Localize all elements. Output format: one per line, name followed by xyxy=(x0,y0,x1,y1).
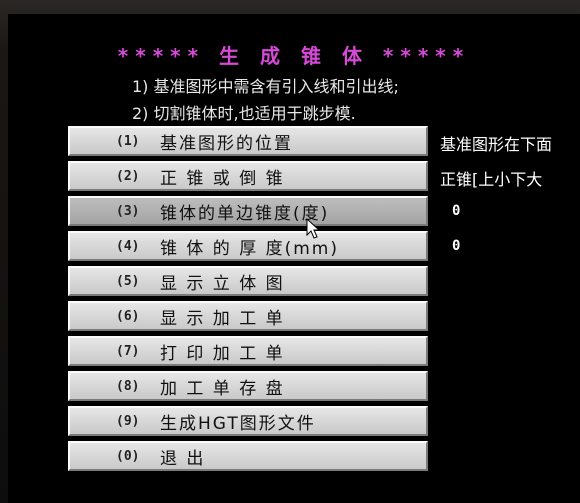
menu-item-key: (3) xyxy=(116,203,140,219)
menu-item-print-sheet[interactable]: (7) 打 印 加 工 单 xyxy=(68,336,428,366)
menu-item-key: (1) xyxy=(116,133,140,149)
menu-item-label: 基准图形的位置 xyxy=(160,133,293,154)
menu-item-cone-type[interactable]: (2) 正 锥 或 倒 锥 xyxy=(68,161,428,191)
menu-item-label: 生成HGT图形文件 xyxy=(160,413,316,434)
menu-item-key: (4) xyxy=(116,238,140,254)
cone-type-value: 正锥[上小下大 xyxy=(440,170,543,189)
menu-item-label: 退 出 xyxy=(160,448,206,469)
thickness-value: 0 xyxy=(452,238,461,254)
mouse-pointer-icon xyxy=(306,218,320,239)
screen: ***** 生 成 锥 体 ***** 1) 基准图形中需含有引入线和引出线; … xyxy=(8,14,580,503)
note-1: 1) 基准图形中需含有引入线和引出线; xyxy=(132,77,399,96)
menu-item-show-sheet[interactable]: (6) 显 示 加 工 单 xyxy=(68,301,428,331)
menu-item-key: (8) xyxy=(116,378,140,394)
menu-item-generate-hgt[interactable]: (9) 生成HGT图形文件 xyxy=(68,406,428,436)
menu-item-key: (9) xyxy=(116,413,140,429)
menu-item-show-3d[interactable]: (5) 显 示 立 体 图 xyxy=(68,266,428,296)
menu-item-key: (7) xyxy=(116,343,140,359)
menu-item-label: 显 示 立 体 图 xyxy=(160,273,285,294)
menu-item-base-position[interactable]: (1) 基准图形的位置 xyxy=(68,126,428,156)
menu-item-label: 显 示 加 工 单 xyxy=(160,308,285,329)
taper-value: 0 xyxy=(452,203,461,219)
menu-item-key: (6) xyxy=(116,308,140,324)
menu-item-key: (0) xyxy=(116,448,140,464)
function-menu: (1) 基准图形的位置 (2) 正 锥 或 倒 锥 (3) 锥体的单边锥度(度)… xyxy=(68,126,428,476)
menu-item-key: (2) xyxy=(116,168,140,184)
menu-item-save-sheet[interactable]: (8) 加 工 单 存 盘 xyxy=(68,371,428,401)
base-position-value: 基准图形在下面 xyxy=(440,135,553,154)
menu-item-taper[interactable]: (3) 锥体的单边锥度(度) xyxy=(68,196,428,226)
menu-item-thickness[interactable]: (4) 锥 体 的 厚 度(mm) xyxy=(68,231,428,261)
menu-item-label: 打 印 加 工 单 xyxy=(160,343,285,364)
menu-item-key: (5) xyxy=(116,273,140,289)
menu-item-exit[interactable]: (0) 退 出 xyxy=(68,441,428,471)
page-title: ***** 生 成 锥 体 ***** xyxy=(117,44,471,68)
menu-item-label: 正 锥 或 倒 锥 xyxy=(160,168,285,189)
note-2: 2) 切割锥体时,也适用于跳步模. xyxy=(132,104,356,123)
menu-item-label: 锥体的单边锥度(度) xyxy=(160,203,330,224)
menu-item-label: 加 工 单 存 盘 xyxy=(160,378,285,399)
